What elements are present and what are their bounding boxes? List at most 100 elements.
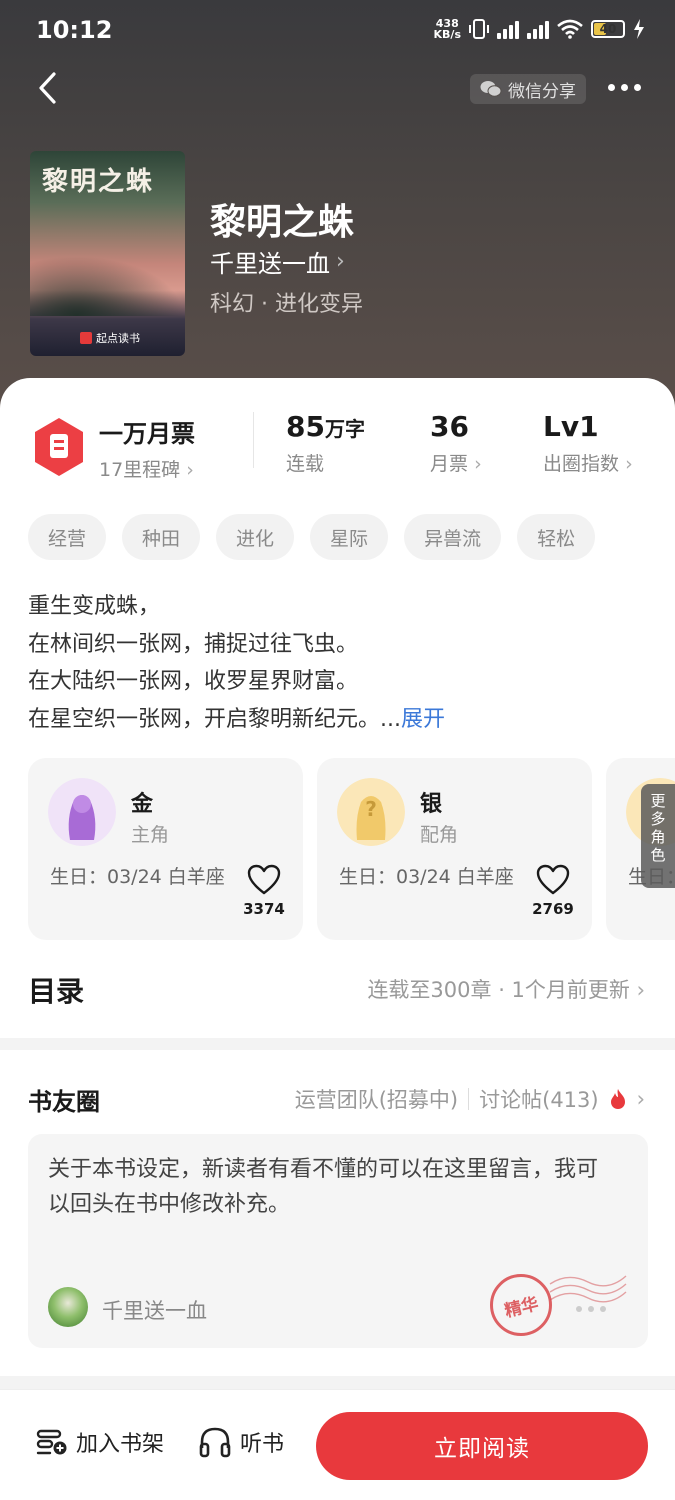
- character-card[interactable]: ? 银 配角 生日：03/24 白羊座 2769: [317, 758, 592, 940]
- pinned-post[interactable]: 关于本书设定，新读者有看不懂的可以在这里留言，我可以回头在书中修改补充。 千里送…: [28, 1134, 648, 1348]
- monthly-ticket-label: 月票 ›: [430, 453, 482, 475]
- discussion-link[interactable]: 讨论帖(413): [479, 1084, 598, 1114]
- cover-art: [30, 256, 185, 316]
- heart-icon[interactable]: [247, 864, 281, 896]
- tag-chip[interactable]: 种田: [122, 514, 201, 560]
- more-characters-label: 更多角色: [650, 792, 666, 864]
- description-line: 在大陆织一张网，收罗星界财富。: [28, 669, 359, 694]
- character-role: 主角: [131, 824, 170, 846]
- milestone-title: 一万月票: [99, 420, 195, 448]
- chevron-right-icon: ›: [636, 1087, 645, 1111]
- signal-icon: [497, 19, 519, 39]
- chevron-right-icon: ›: [186, 459, 194, 481]
- tag-chip[interactable]: 星际: [310, 514, 389, 560]
- svg-text:?: ?: [365, 797, 377, 821]
- description-line: 在星空织一张网，开启黎明新纪元。...: [28, 706, 401, 732]
- expand-link[interactable]: 展开: [401, 707, 445, 732]
- chevron-right-icon: ›: [636, 978, 645, 1002]
- character-role: 配角: [420, 824, 459, 846]
- monthly-ticket-stat[interactable]: 36 月票 ›: [430, 410, 482, 476]
- chevron-right-icon: ›: [474, 453, 482, 475]
- tag-chip[interactable]: 异兽流: [404, 514, 502, 560]
- wechat-share-label: 微信分享: [508, 81, 576, 102]
- word-count-unit: 万字: [324, 417, 365, 441]
- book-title: 黎明之蛛: [210, 201, 355, 243]
- post-author-name: 千里送一血: [102, 1299, 207, 1323]
- character-birthday: 生日：03/24 白羊座: [50, 866, 225, 888]
- monthly-ticket-badge-icon: [35, 418, 83, 476]
- add-to-shelf-button[interactable]: 加入书架: [36, 1426, 164, 1458]
- more-options-button[interactable]: [608, 84, 641, 91]
- battery-level: 40: [599, 22, 617, 36]
- add-shelf-icon: [36, 1429, 67, 1455]
- more-characters-button[interactable]: 更多角色: [641, 784, 675, 888]
- read-now-button[interactable]: 立即阅读: [316, 1412, 648, 1480]
- signal-icon-2: [527, 19, 549, 39]
- book-cover[interactable]: 黎明之蛛 起点读书: [30, 151, 185, 356]
- character-likes: 3374: [243, 900, 285, 918]
- character-list: 金 主角 生日：03/24 白羊座 3374 ? 银 配角 生日：03/24 白…: [28, 758, 675, 940]
- cover-title: 黎明之蛛: [42, 167, 155, 197]
- publisher-logo-icon: [80, 332, 92, 344]
- stat-divider: [253, 412, 254, 468]
- table-of-contents-row[interactable]: 目录 连载至300章 · 1个月前更新 ›: [0, 960, 675, 1020]
- description-line: 在林间织一张网，捕捉过往飞虫。: [28, 631, 359, 657]
- tag-list: 经营 种田 进化 星际 异兽流 轻松: [28, 514, 596, 560]
- author-link[interactable]: 千里送一血 ›: [210, 244, 345, 279]
- featured-stamp-label: 精华: [502, 1294, 541, 1322]
- description-line-last: 在星空织一张网，开启黎明新纪元。...展开: [28, 701, 445, 739]
- milestone-stat[interactable]: 一万月票 17里程碑 ›: [99, 414, 195, 482]
- popularity-label: 出圈指数 ›: [543, 453, 633, 475]
- toc-status: 连载至300章 · 1个月前更新 ›: [367, 974, 645, 1004]
- word-count-stat: 85万字 连载: [286, 410, 365, 476]
- post-author-avatar: [48, 1287, 88, 1327]
- book-circle-links: 运营团队(招募中) 讨论帖(413) ›: [295, 1084, 645, 1114]
- featured-stamp: 精华: [490, 1274, 552, 1336]
- add-to-shelf-label: 加入书架: [76, 1432, 165, 1457]
- wifi-icon: [557, 19, 583, 39]
- popularity-stat[interactable]: Lv1 出圈指数 ›: [543, 410, 633, 476]
- cover-publisher-label: 起点读书: [96, 332, 140, 345]
- book-circle-title: 书友圈: [28, 1088, 100, 1116]
- battery-icon: 40: [591, 20, 625, 38]
- toc-status-text: 连载至300章 · 1个月前更新: [367, 978, 630, 1002]
- book-genre: 科幻 · 进化变异: [210, 292, 363, 317]
- heart-icon[interactable]: [536, 864, 570, 896]
- back-arrow-icon[interactable]: [34, 70, 64, 106]
- vibrate-icon: [469, 19, 489, 39]
- network-speed: 438 KB/s: [434, 18, 461, 40]
- top-navigation: 微信分享: [0, 66, 675, 110]
- toc-title: 目录: [28, 975, 85, 1008]
- serial-status: 连载: [286, 453, 325, 475]
- link-divider: [468, 1088, 470, 1110]
- book-circle-section: 书友圈 运营团队(招募中) 讨论帖(413) › 关于本书设定，新读者有看不懂的…: [0, 1050, 675, 1376]
- monthly-ticket-value: 36: [430, 410, 469, 443]
- description-line: 重生变成蛛，: [28, 594, 161, 619]
- chevron-right-icon: ›: [336, 249, 345, 274]
- bottom-action-bar: 加入书架 听书 立即阅读: [0, 1389, 675, 1500]
- status-icons: 438 KB/s 40: [434, 18, 645, 40]
- character-birthday: 生日：03/24 白羊座: [339, 866, 514, 888]
- post-text: 关于本书设定，新读者有看不懂的可以在这里留言，我可以回头在书中修改补充。: [48, 1157, 599, 1217]
- word-count-value: 85: [286, 410, 325, 443]
- cover-publisher: 起点读书: [80, 330, 140, 346]
- tag-chip[interactable]: 轻松: [517, 514, 596, 560]
- listen-label: 听书: [240, 1432, 285, 1457]
- tag-chip[interactable]: 进化: [216, 514, 295, 560]
- headphones-icon: [199, 1427, 231, 1458]
- operations-team-link[interactable]: 运营团队(招募中): [295, 1084, 458, 1114]
- chevron-right-icon: ›: [625, 453, 633, 475]
- book-description[interactable]: 重生变成蛛， 在林间织一张网，捕捉过往飞虫。 在大陆织一张网，收罗星界财富。 在…: [28, 588, 445, 738]
- tag-chip[interactable]: 经营: [28, 514, 107, 560]
- fire-icon: [610, 1089, 625, 1109]
- carousel-dots: [576, 1306, 606, 1312]
- milestone-subtitle: 17里程碑 ›: [99, 459, 194, 481]
- character-name: 金: [131, 792, 154, 817]
- wechat-share-button[interactable]: 微信分享: [470, 74, 586, 104]
- character-avatar: ?: [337, 778, 405, 846]
- listen-button[interactable]: 听书: [198, 1426, 284, 1458]
- status-time: 10:12: [36, 16, 113, 44]
- charging-icon: [634, 19, 644, 39]
- author-name: 千里送一血: [210, 250, 330, 278]
- character-card[interactable]: 金 主角 生日：03/24 白羊座 3374: [28, 758, 303, 940]
